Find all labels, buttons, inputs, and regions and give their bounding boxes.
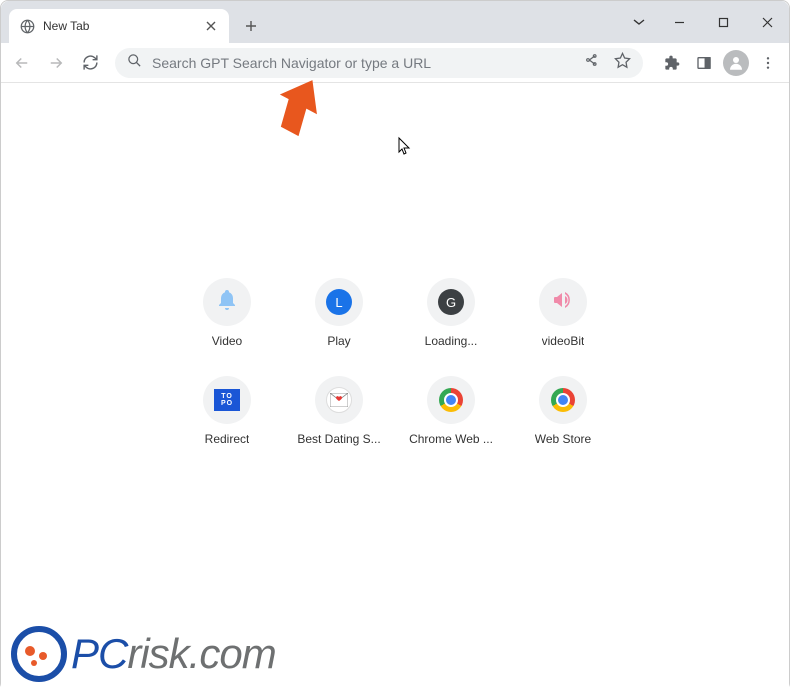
close-window-button[interactable] [745,1,789,43]
shortcut-tile [539,278,587,326]
shortcut-best-dating[interactable]: Best Dating S... [283,376,395,446]
shortcut-video[interactable]: Video [171,278,283,348]
omnibox-placeholder: Search GPT Search Navigator or type a UR… [152,55,574,71]
shortcut-redirect[interactable]: TOPO Redirect [171,376,283,446]
side-panel-button[interactable] [689,48,719,78]
bell-icon [215,288,239,317]
shortcut-play[interactable]: L Play [283,278,395,348]
shortcut-label: Chrome Web ... [409,432,493,446]
letter-icon: G [438,289,464,315]
shortcut-loading[interactable]: G Loading... [395,278,507,348]
toolbar-right [653,48,783,78]
topo-icon: TOPO [214,389,240,411]
toolbar: Search GPT Search Navigator or type a UR… [1,43,789,83]
bookmark-icon[interactable] [614,52,631,74]
profile-button[interactable] [723,50,749,76]
shortcut-chrome-web[interactable]: Chrome Web ... [395,376,507,446]
new-tab-button[interactable] [237,12,265,40]
extensions-button[interactable] [657,48,687,78]
maximize-button[interactable] [701,1,745,43]
browser-tab[interactable]: New Tab [9,9,229,43]
watermark-text: PCrisk.com [71,630,276,678]
titlebar: New Tab [1,1,789,43]
new-tab-page: Video L Play G Loading... videoBit [1,83,789,692]
shortcut-label: Video [212,334,242,348]
menu-button[interactable] [753,48,783,78]
forward-button[interactable] [41,48,71,78]
watermark-badge-icon [11,626,67,682]
reload-button[interactable] [75,48,105,78]
shortcut-tile [427,376,475,424]
megaphone-icon [551,288,575,317]
shortcut-tile [315,376,363,424]
address-bar[interactable]: Search GPT Search Navigator or type a UR… [115,48,643,78]
shortcut-web-store[interactable]: Web Store [507,376,619,446]
shortcut-tile: L [315,278,363,326]
minimize-button[interactable] [657,1,701,43]
globe-icon [19,18,35,34]
shortcuts-grid: Video L Play G Loading... videoBit [171,278,619,446]
shortcut-label: Web Store [535,432,591,446]
shortcut-videobit[interactable]: videoBit [507,278,619,348]
chrome-icon [551,388,575,412]
shortcut-label: videoBit [542,334,585,348]
letter-icon: L [326,289,352,315]
tab-title: New Tab [43,19,195,33]
watermark: PCrisk.com [11,626,276,682]
share-icon[interactable] [584,52,600,73]
tab-search-button[interactable] [621,1,657,43]
shortcut-label: Loading... [425,334,478,348]
shortcut-tile: G [427,278,475,326]
shortcut-label: Redirect [205,432,250,446]
shortcut-tile [203,278,251,326]
shortcut-tile: TOPO [203,376,251,424]
back-button[interactable] [7,48,37,78]
envelope-heart-icon [326,387,352,413]
shortcut-label: Play [327,334,350,348]
window-controls [621,1,789,43]
search-icon [127,53,142,73]
chrome-icon [439,388,463,412]
shortcut-label: Best Dating S... [297,432,380,446]
close-tab-icon[interactable] [203,18,219,34]
shortcut-tile [539,376,587,424]
omnibox-actions [584,52,631,74]
